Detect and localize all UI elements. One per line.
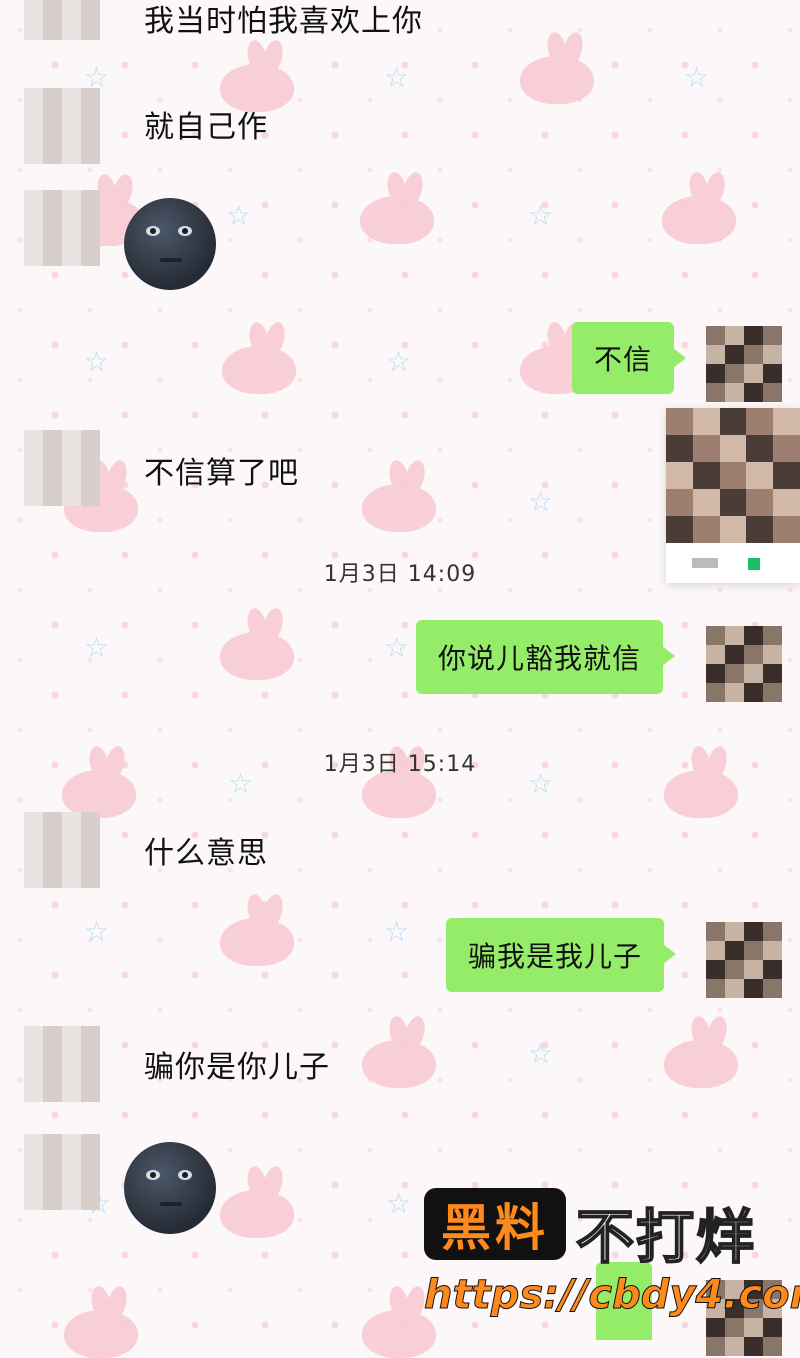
background-bunny-icon xyxy=(360,196,434,244)
background-star-icon: ☆ xyxy=(384,61,410,94)
background-star-icon: ☆ xyxy=(84,915,110,948)
contact-avatar[interactable] xyxy=(24,812,100,888)
my-avatar[interactable] xyxy=(706,626,782,702)
my-avatar[interactable] xyxy=(706,922,782,998)
background-bunny-icon xyxy=(220,918,294,966)
my-avatar[interactable] xyxy=(706,326,782,402)
contact-avatar[interactable] xyxy=(24,88,100,164)
background-star-icon: ☆ xyxy=(226,199,252,232)
watermark-url: https://cbdy4.com xyxy=(423,1272,800,1319)
contact-avatar[interactable] xyxy=(24,430,100,506)
background-star-icon: ☆ xyxy=(386,1187,412,1220)
background-star-icon: ☆ xyxy=(528,485,554,518)
background-star-icon: ☆ xyxy=(84,631,110,664)
timestamp: 1月3日 15:14 xyxy=(323,752,477,777)
message-bubble[interactable]: 不信 xyxy=(572,322,687,394)
watermark-badge: 黑料 xyxy=(424,1188,566,1260)
background-bunny-icon xyxy=(220,1190,294,1238)
background-star-icon: ☆ xyxy=(386,345,412,378)
contact-avatar[interactable] xyxy=(24,190,100,266)
popup-image xyxy=(666,408,800,543)
message-text[interactable]: 就自己作 xyxy=(144,102,268,146)
message-text[interactable]: 我当时怕我喜欢上你 xyxy=(144,0,423,40)
background-star-icon: ☆ xyxy=(528,1037,554,1070)
background-star-icon: ☆ xyxy=(384,631,410,664)
background-bunny-icon xyxy=(220,632,294,680)
contact-avatar[interactable] xyxy=(24,1134,100,1210)
background-bunny-icon xyxy=(664,1040,738,1088)
message-bubble[interactable]: 你说儿豁我就信 xyxy=(416,620,676,694)
background-bunny-icon xyxy=(362,484,436,532)
background-bunny-icon xyxy=(520,56,594,104)
background-bunny-icon xyxy=(64,1310,138,1358)
new-moon-face-icon[interactable] xyxy=(124,1142,216,1234)
background-star-icon: ☆ xyxy=(684,61,710,94)
background-star-icon: ☆ xyxy=(528,199,554,232)
contact-avatar[interactable] xyxy=(24,1026,100,1102)
message-text[interactable]: 不信算了吧 xyxy=(144,448,299,492)
watermark-title: 不打烊 xyxy=(575,1202,757,1272)
contact-avatar[interactable] xyxy=(24,0,100,40)
message-text[interactable]: 什么意思 xyxy=(144,828,268,872)
timestamp: 1月3日 14:09 xyxy=(323,562,477,587)
watermark: 黑料 不打烊 https://cbdy4.com xyxy=(423,1188,800,1340)
background-star-icon: ☆ xyxy=(384,915,410,948)
message-text[interactable]: 骗你是你儿子 xyxy=(144,1042,330,1086)
new-moon-face-icon[interactable] xyxy=(124,198,216,290)
background-star-icon: ☆ xyxy=(84,345,110,378)
background-bunny-icon xyxy=(222,346,296,394)
background-bunny-icon xyxy=(362,1040,436,1088)
background-bunny-icon xyxy=(662,196,736,244)
message-bubble[interactable]: 骗我是我儿子 xyxy=(446,918,677,992)
